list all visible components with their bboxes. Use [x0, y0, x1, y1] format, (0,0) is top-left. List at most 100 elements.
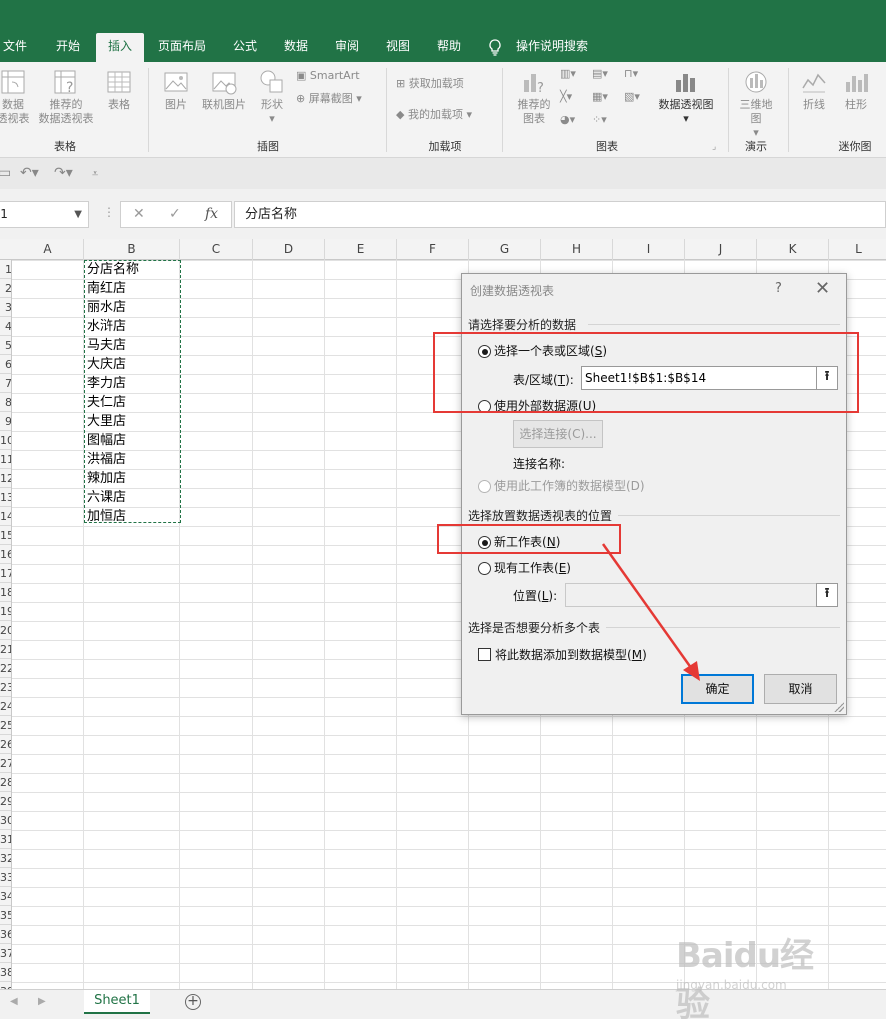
row-header[interactable]: 27 [0, 754, 11, 773]
choose-connection-button[interactable]: 选择连接(C)... [513, 420, 603, 448]
row-header[interactable]: 5 [0, 336, 11, 355]
hierarchy-chart-button[interactable]: ▤▾ [592, 66, 608, 82]
row-header[interactable]: 8 [0, 393, 11, 412]
tell-me-search[interactable]: 操作说明搜索 [510, 33, 594, 62]
undo-icon[interactable]: ↶▾ [20, 165, 39, 181]
prev-sheet-icon[interactable]: ◀ [10, 996, 18, 1007]
close-icon[interactable]: ✕ [815, 278, 830, 299]
row-header[interactable]: 25 [0, 716, 11, 735]
radio-existing-worksheet[interactable]: 现有工作表(E) [478, 560, 571, 576]
pie-chart-button[interactable]: ◕▾ [560, 112, 575, 128]
column-header[interactable]: L [829, 239, 886, 260]
column-header[interactable]: G [469, 239, 541, 260]
column-header[interactable]: C [180, 239, 253, 260]
screenshot-button[interactable]: ⊕ 屏幕截图 ▾ [296, 91, 362, 107]
row-header[interactable]: 19 [0, 602, 11, 621]
row-header[interactable]: 2 [0, 279, 11, 298]
column-header[interactable]: B [84, 239, 180, 260]
next-sheet-icon[interactable]: ▶ [38, 996, 46, 1007]
radio-data-model[interactable]: 使用此工作簿的数据模型(D) [478, 478, 645, 494]
row-header[interactable]: 6 [0, 355, 11, 374]
row-header[interactable]: 26 [0, 735, 11, 754]
column-header[interactable]: A [12, 239, 84, 260]
row-header[interactable]: 30 [0, 811, 11, 830]
resize-grip-icon[interactable] [834, 702, 844, 712]
location-input[interactable] [565, 583, 818, 607]
3d-map-button[interactable]: 三维地图 ▾ [734, 68, 778, 140]
tab-page-layout[interactable]: 页面布局 [150, 33, 214, 62]
row-header[interactable]: 33 [0, 868, 11, 887]
tab-view[interactable]: 视图 [377, 33, 419, 62]
dialog-launcher-icon[interactable]: ⌟ [712, 142, 716, 152]
row-header[interactable]: 12 [0, 469, 11, 488]
shapes-button[interactable]: 形状 ▾ [254, 68, 290, 126]
row-header[interactable]: 38 [0, 963, 11, 982]
save-icon[interactable]: ▭ [0, 165, 11, 181]
line-chart-button[interactable]: ╳▾ [560, 89, 572, 105]
column-header[interactable]: K [757, 239, 829, 260]
row-header[interactable]: 32 [0, 849, 11, 868]
insert-function-icon[interactable]: fx [205, 202, 218, 227]
pivottable-button[interactable]: 数据 透视表 [0, 68, 30, 126]
table-button[interactable]: 表格 [102, 68, 136, 112]
waterfall-chart-button[interactable]: ⊓▾ [624, 66, 638, 82]
more-options-icon[interactable]: ⋮ [103, 205, 115, 219]
redo-icon[interactable]: ↷▾ [54, 165, 73, 181]
row-header[interactable]: 14 [0, 507, 11, 526]
formula-input[interactable]: 分店名称 [234, 201, 886, 228]
row-header[interactable]: 7 [0, 374, 11, 393]
row-header[interactable]: 35 [0, 906, 11, 925]
tab-help[interactable]: 帮助 [428, 33, 470, 62]
my-addins-button[interactable]: ◆ 我的加载项 ▾ [396, 107, 472, 123]
row-header[interactable]: 24 [0, 697, 11, 716]
chevron-down-icon[interactable]: ▼ [74, 202, 82, 227]
row-header[interactable]: 22 [0, 659, 11, 678]
ok-button[interactable]: 确定 [681, 674, 754, 704]
column-header[interactable]: E [325, 239, 397, 260]
pivotchart-button[interactable]: 数据透视图 ▾ [654, 68, 718, 126]
row-header[interactable]: 11 [0, 450, 11, 469]
row-header[interactable]: 23 [0, 678, 11, 697]
row-header[interactable]: 29 [0, 792, 11, 811]
tab-home[interactable]: 开始 [48, 33, 88, 62]
row-header[interactable]: 4 [0, 317, 11, 336]
row-header[interactable]: 21 [0, 640, 11, 659]
recommended-charts-button[interactable]: ? 推荐的 图表 [512, 68, 556, 126]
column-chart-button[interactable]: ▥▾ [560, 66, 576, 82]
sparkline-column-button[interactable]: 柱形 [838, 68, 874, 112]
tab-review[interactable]: 审阅 [326, 33, 368, 62]
column-header[interactable]: F [397, 239, 469, 260]
column-header[interactable]: I [613, 239, 685, 260]
cancel-icon[interactable]: ✕ [133, 202, 145, 227]
enter-icon[interactable]: ✓ [169, 202, 181, 227]
row-header[interactable]: 16 [0, 545, 11, 564]
recommended-pivottables-button[interactable]: ? 推荐的 数据透视表 [34, 68, 98, 126]
row-header[interactable]: 17 [0, 564, 11, 583]
combo-chart-button[interactable]: ▧▾ [624, 89, 640, 105]
tab-file[interactable]: 文件 [0, 33, 30, 62]
tab-data[interactable]: 数据 [276, 33, 316, 62]
row-header[interactable]: 39 [0, 982, 11, 989]
tab-formulas[interactable]: 公式 [224, 33, 266, 62]
collapse-location-icon[interactable]: ⭱ [816, 583, 838, 607]
name-box[interactable]: B1 ▼ [0, 201, 89, 228]
cancel-button[interactable]: 取消 [764, 674, 837, 704]
online-pictures-button[interactable]: 联机图片 [198, 68, 250, 112]
add-to-data-model-checkbox[interactable]: 将此数据添加到数据模型(M) [478, 647, 647, 663]
row-header[interactable]: 28 [0, 773, 11, 792]
row-header[interactable]: 18 [0, 583, 11, 602]
column-header[interactable]: J [685, 239, 757, 260]
row-header[interactable]: 31 [0, 830, 11, 849]
row-header[interactable]: 3 [0, 298, 11, 317]
pictures-button[interactable]: 图片 [158, 68, 194, 112]
row-header[interactable]: 10 [0, 431, 11, 450]
smartart-button[interactable]: ▣ SmartArt [296, 68, 360, 84]
sheet-tab-sheet1[interactable]: Sheet1 [84, 990, 150, 1014]
row-header[interactable]: 36 [0, 925, 11, 944]
row-header[interactable]: 13 [0, 488, 11, 507]
row-header[interactable]: 9 [0, 412, 11, 431]
row-header[interactable]: 1 [0, 260, 11, 279]
customize-qat-icon[interactable]: ⩡ [92, 167, 98, 181]
sparkline-line-button[interactable]: 折线 [796, 68, 832, 112]
row-header[interactable]: 20 [0, 621, 11, 640]
